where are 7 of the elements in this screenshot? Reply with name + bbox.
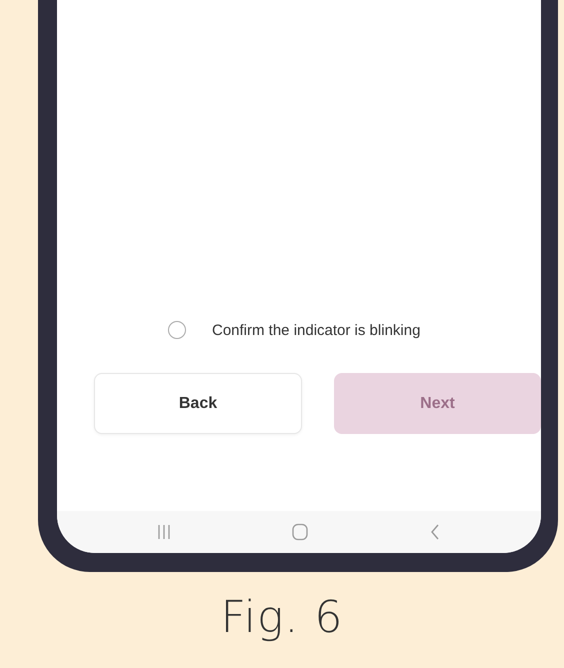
confirm-label: Confirm the indicator is blinking	[212, 322, 420, 338]
figure-caption: Fig. 6	[220, 592, 344, 643]
radio-button[interactable]	[168, 321, 186, 339]
back-icon[interactable]	[429, 523, 441, 541]
home-icon[interactable]	[291, 523, 309, 541]
recent-apps-icon[interactable]	[157, 524, 171, 540]
back-button[interactable]: Back	[94, 373, 302, 434]
